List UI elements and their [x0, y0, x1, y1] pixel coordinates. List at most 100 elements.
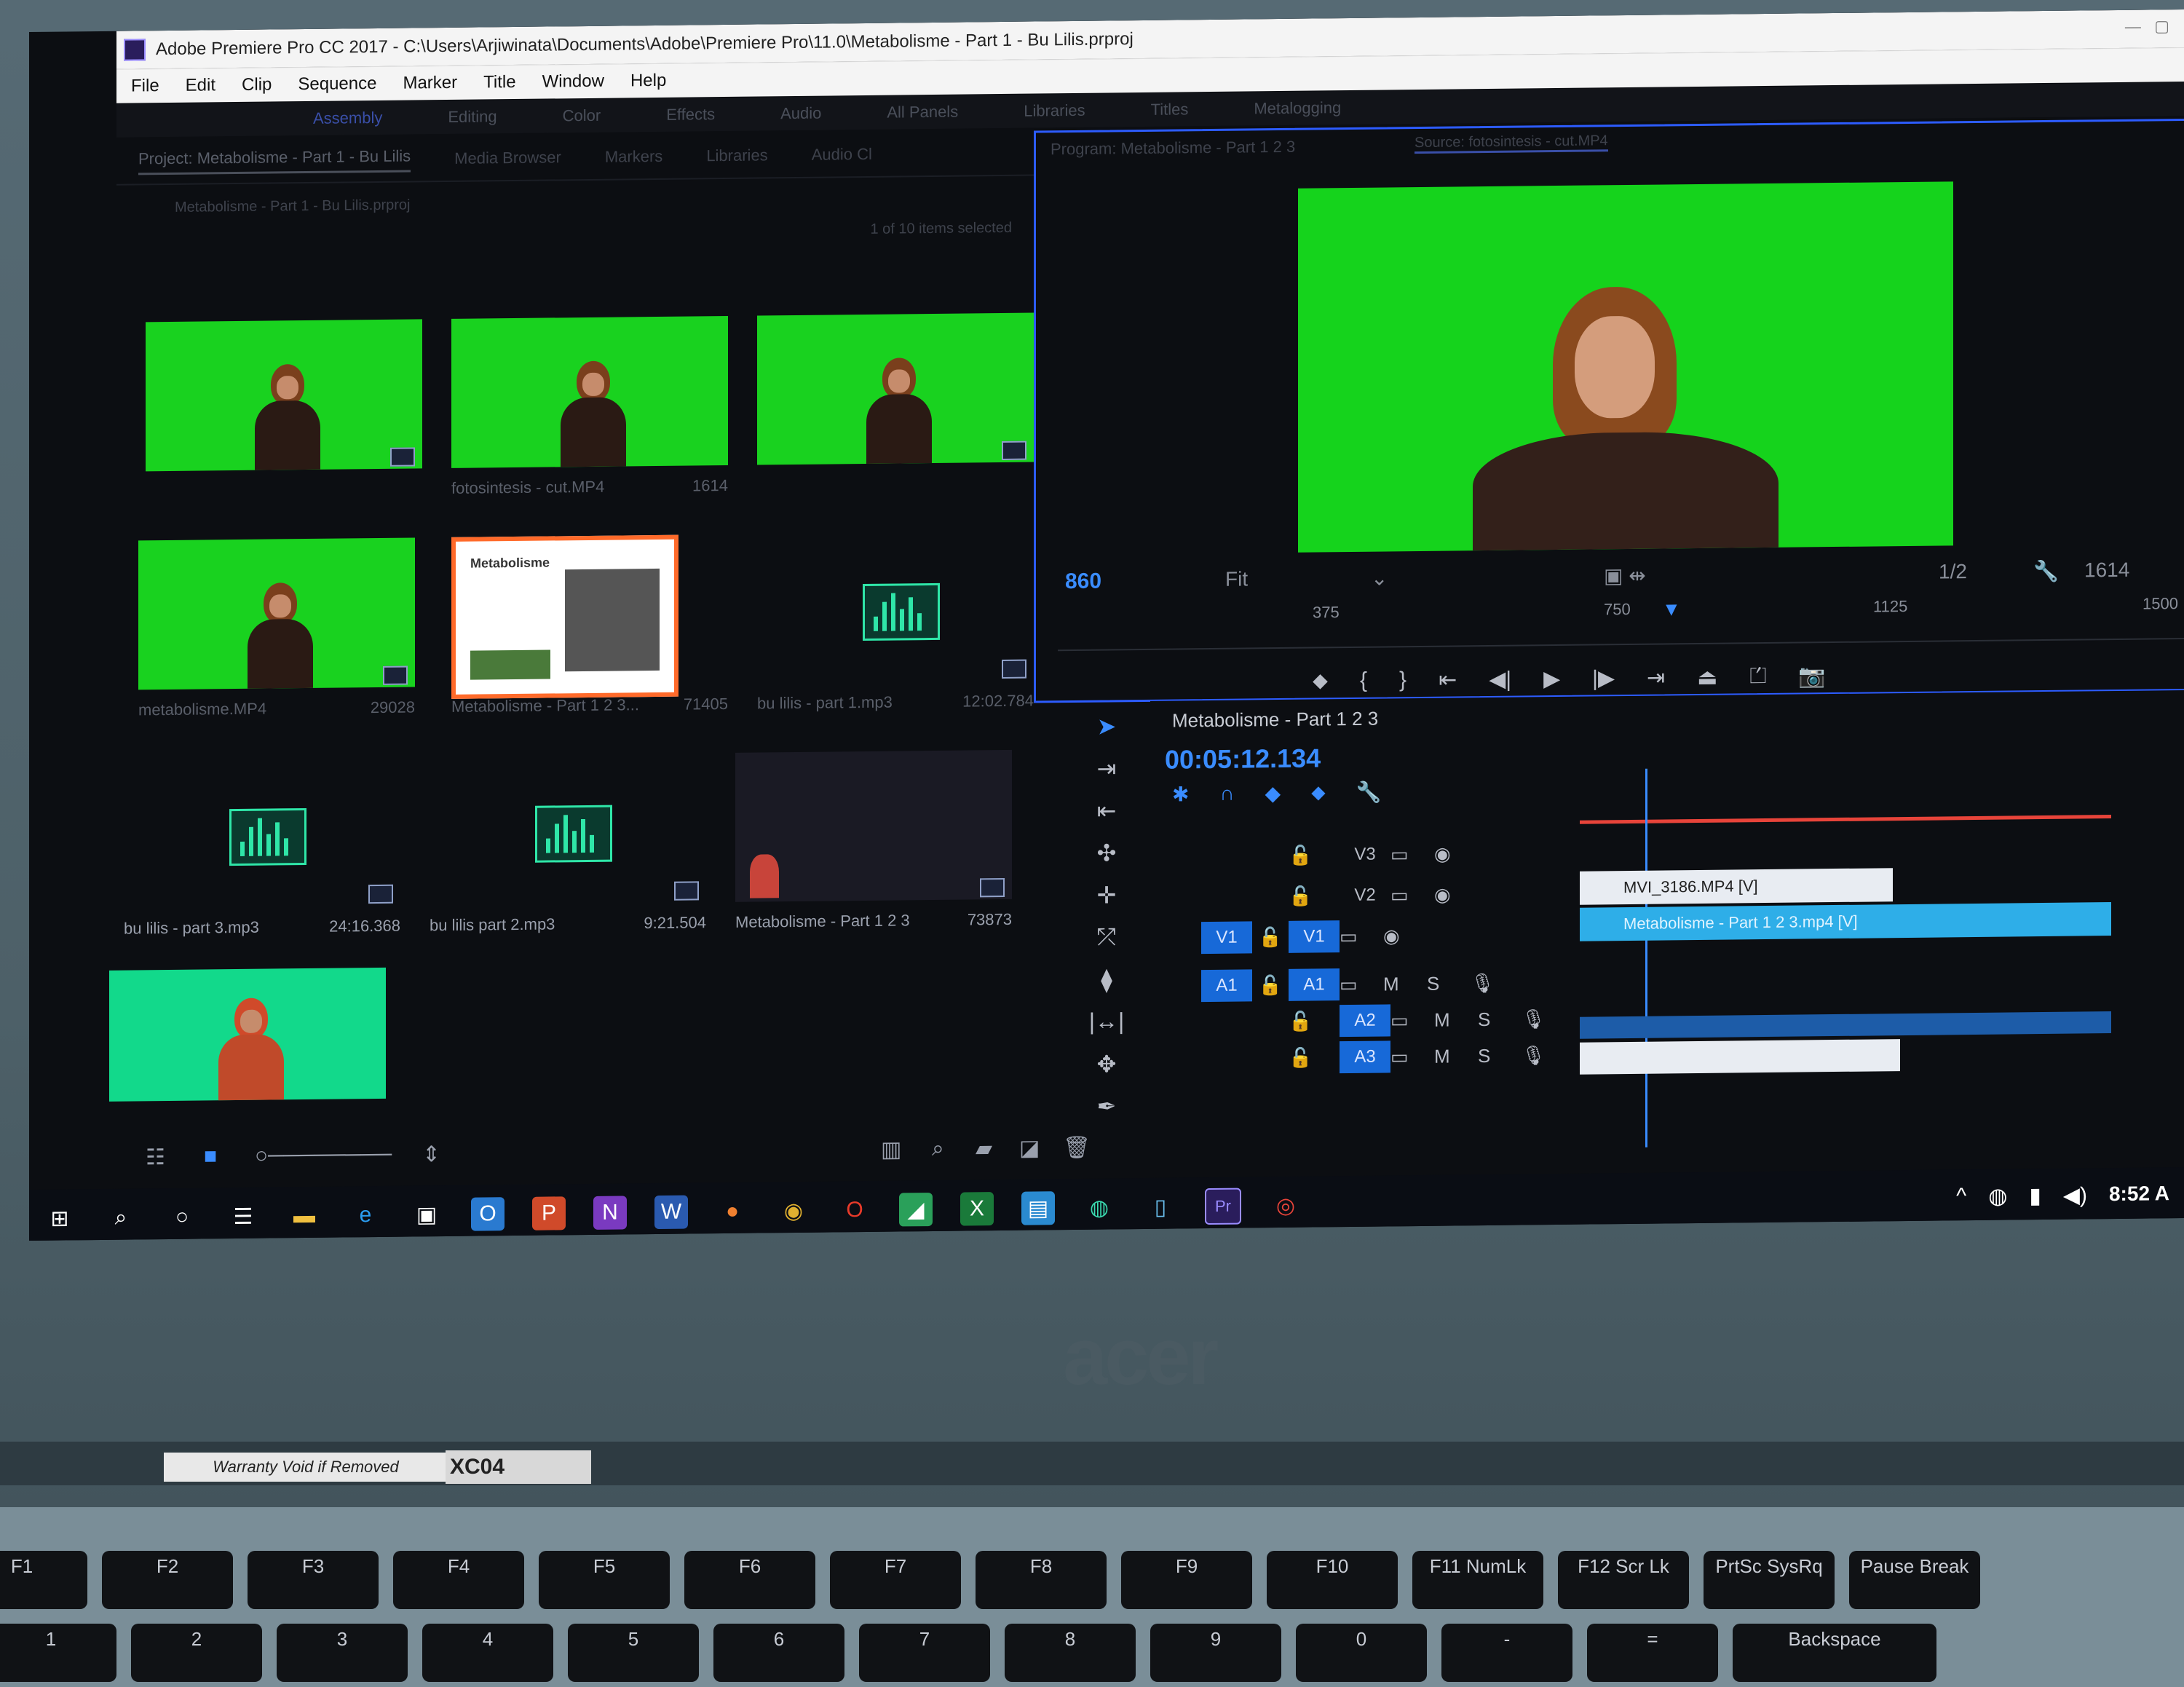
razor-tool-icon[interactable]: ⤱ — [1085, 923, 1128, 966]
key[interactable]: 3 — [277, 1624, 408, 1682]
workspace-editing[interactable]: Editing — [448, 107, 496, 127]
track-label[interactable]: A2 — [1340, 1004, 1390, 1038]
playhead-marker-icon[interactable]: ▼ — [1662, 598, 1681, 620]
lock-icon[interactable]: 🔓 — [1289, 1010, 1340, 1033]
tab-libraries[interactable]: Libraries — [706, 146, 767, 165]
key[interactable]: F6 — [684, 1551, 815, 1609]
firefox-icon[interactable]: ● — [716, 1195, 749, 1228]
lock-icon[interactable]: 🔓 — [1252, 925, 1289, 949]
automate-icon[interactable]: ▥ — [881, 1137, 901, 1162]
menu-help[interactable]: Help — [630, 71, 666, 92]
track-select-tool-icon[interactable]: ⇥ — [1085, 754, 1128, 797]
track-label[interactable]: V3 — [1340, 838, 1390, 871]
new-item-icon[interactable]: ◪ — [1019, 1135, 1040, 1161]
notepad-icon[interactable]: ▯ — [1144, 1190, 1177, 1223]
mute-button[interactable]: M — [1434, 1045, 1478, 1068]
mic-icon[interactable]: 🎙 — [1522, 1044, 1546, 1067]
slide-tool-icon[interactable]: |↔| — [1085, 1008, 1128, 1051]
key[interactable]: F12 Scr Lk — [1558, 1551, 1689, 1609]
app-icon[interactable]: ◍ — [1083, 1190, 1116, 1224]
task-view-icon[interactable]: ☰ — [226, 1200, 260, 1233]
key[interactable]: 2 — [131, 1624, 262, 1682]
mark-out-icon[interactable]: } — [1399, 668, 1406, 697]
eye-icon[interactable]: ◉ — [1383, 925, 1400, 947]
menu-title[interactable]: Title — [483, 72, 515, 92]
windows-start-icon[interactable]: ⊞ — [43, 1201, 76, 1235]
mic-icon[interactable]: 🎙 — [1522, 1008, 1546, 1030]
hand-tool-icon[interactable]: ✥ — [1085, 1050, 1128, 1093]
lock-icon[interactable]: 🔓 — [1252, 973, 1289, 997]
lock-icon[interactable]: 🔓 — [1289, 1046, 1340, 1070]
lock-icon[interactable]: 🔓 — [1289, 844, 1340, 867]
track-label[interactable]: V2 — [1340, 879, 1390, 912]
chevron-up-icon[interactable]: ^ — [1956, 1184, 1966, 1209]
lift-icon[interactable]: ⏏ — [1697, 665, 1717, 694]
workspace-audio[interactable]: Audio — [780, 104, 821, 124]
menu-file[interactable]: File — [131, 76, 159, 96]
premiere-taskbar-icon[interactable]: Pr — [1205, 1188, 1241, 1225]
nest-icon[interactable]: ✱ — [1172, 782, 1189, 806]
project-item[interactable] — [146, 319, 422, 511]
key[interactable]: 8 — [1005, 1624, 1136, 1682]
time-ruler[interactable]: 375 750 1125 1500 ▼ — [1065, 594, 2178, 635]
mute-button[interactable]: M — [1383, 972, 1427, 995]
project-item[interactable]: bu lilis part 2.mp3 9:21.504 — [430, 753, 706, 945]
linked-selection-icon[interactable]: ◆ — [1265, 781, 1281, 805]
menu-sequence[interactable]: Sequence — [298, 74, 376, 95]
sync-lock-icon[interactable]: ▭ — [1340, 973, 1383, 996]
file-explorer-icon[interactable]: ▬ — [288, 1199, 321, 1233]
eye-icon[interactable]: ◉ — [1434, 842, 1451, 865]
key[interactable]: F2 — [102, 1551, 233, 1609]
mic-icon[interactable]: 🎙 — [1471, 971, 1495, 994]
clip-v1[interactable]: Metabolisme - Part 1 2 3.mp4 [V] — [1580, 902, 2111, 941]
pen-tool-icon[interactable]: ✒ — [1085, 1092, 1128, 1135]
source-tab[interactable]: Source: fotosintesis - cut.MP4 — [1415, 133, 1608, 154]
sync-lock-icon[interactable]: ▭ — [1390, 842, 1434, 866]
workspace-libraries[interactable]: Libraries — [1024, 101, 1085, 121]
eye-icon[interactable]: ◉ — [1434, 883, 1451, 906]
key[interactable]: F1 — [0, 1551, 87, 1609]
snap-icon[interactable]: ∩ — [1219, 782, 1234, 806]
chrome-icon[interactable]: ◉ — [777, 1194, 810, 1228]
track-label[interactable]: V1 — [1289, 920, 1340, 953]
key[interactable]: 9 — [1150, 1624, 1281, 1682]
workspace-effects[interactable]: Effects — [666, 105, 715, 125]
resolution-select[interactable]: 1/2 — [1939, 560, 1967, 583]
extract-icon[interactable]: ⏍ — [1750, 664, 1767, 693]
cortana-icon[interactable]: ○ — [165, 1201, 199, 1234]
slip-tool-icon[interactable]: ⧫ — [1085, 965, 1128, 1008]
key[interactable]: Pause Break — [1849, 1551, 1980, 1609]
icon-view-icon[interactable]: ■ — [204, 1144, 217, 1169]
lock-icon[interactable]: 🔓 — [1289, 885, 1340, 908]
mark-in-icon[interactable]: { — [1360, 668, 1367, 698]
playhead[interactable] — [1645, 768, 1647, 1147]
app-icon[interactable]: ◎ — [1269, 1189, 1302, 1222]
solo-button[interactable]: S — [1478, 1008, 1522, 1031]
onenote-icon[interactable]: N — [593, 1196, 627, 1230]
workspace-titles[interactable]: Titles — [1151, 100, 1189, 119]
wrench-icon[interactable]: 🔧 — [2033, 559, 2059, 583]
timeline-timecode[interactable]: 00:05:12.134 — [1165, 743, 1321, 775]
word-icon[interactable]: W — [654, 1195, 688, 1230]
clip-a3-audio[interactable] — [1580, 1039, 1900, 1075]
key[interactable]: F8 — [976, 1551, 1107, 1609]
zoom-slider-icon[interactable]: ○──────── — [255, 1142, 392, 1169]
sequence-tab[interactable]: Metabolisme - Part 1 2 3 — [1172, 708, 1378, 732]
powerpoint-icon[interactable]: P — [532, 1196, 566, 1230]
project-item[interactable]: Metabolisme Metabolisme - Part 1 2 3... 7… — [451, 534, 728, 727]
backspace-key[interactable]: Backspace — [1733, 1624, 1936, 1682]
excel-icon[interactable]: X — [960, 1192, 994, 1226]
outlook-icon[interactable]: O — [471, 1197, 505, 1231]
tab-markers[interactable]: Markers — [605, 147, 662, 167]
scrub-bar[interactable] — [1058, 637, 2184, 652]
project-item[interactable]: metabolisme.MP4 29028 — [138, 537, 415, 730]
app-icon[interactable]: ▤ — [1021, 1191, 1055, 1225]
list-view-icon[interactable]: ☷ — [146, 1145, 165, 1170]
project-item-selected[interactable]: fotosintesis - cut.MP4 1614 — [451, 315, 728, 508]
project-item[interactable] — [757, 312, 1034, 505]
project-item[interactable]: bu lilis - part 1.mp3 12:02.784 — [757, 531, 1034, 724]
rate-stretch-tool-icon[interactable]: ✛ — [1085, 881, 1128, 924]
edge-icon[interactable]: e — [349, 1198, 382, 1232]
export-frame-icon[interactable]: 📷 — [1798, 663, 1825, 692]
sync-lock-icon[interactable]: ▭ — [1390, 883, 1434, 906]
